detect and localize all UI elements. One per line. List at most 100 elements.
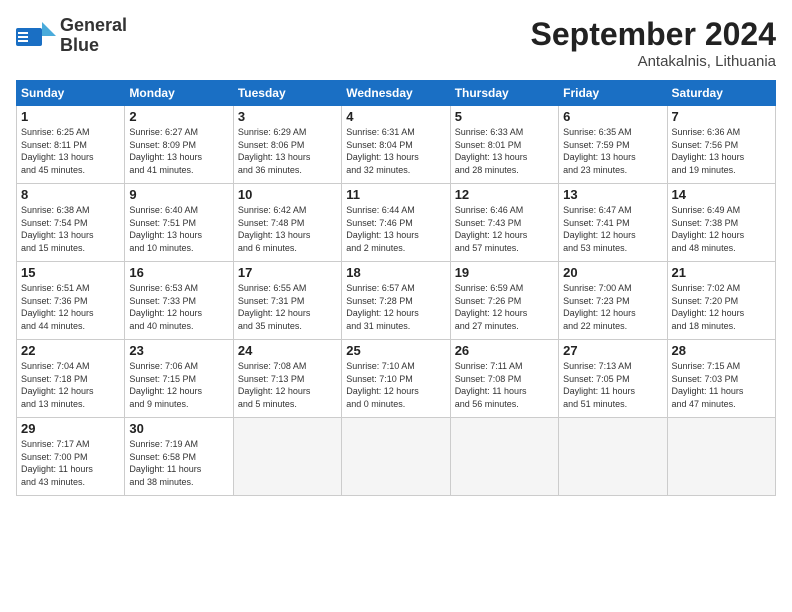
weekday-header-saturday: Saturday [667,81,775,106]
calendar-cell: 24 Sunrise: 7:08 AM Sunset: 7:13 PM Dayli… [233,340,341,418]
day-number: 20 [563,265,662,280]
day-info: Sunrise: 7:11 AM Sunset: 7:08 PM Dayligh… [455,360,554,410]
day-number: 28 [672,343,771,358]
day-number: 18 [346,265,445,280]
day-info: Sunrise: 7:08 AM Sunset: 7:13 PM Dayligh… [238,360,337,410]
calendar-cell: 8 Sunrise: 6:38 AM Sunset: 7:54 PM Daylig… [17,184,125,262]
day-info: Sunrise: 6:57 AM Sunset: 7:28 PM Dayligh… [346,282,445,332]
day-info: Sunrise: 7:19 AM Sunset: 6:58 PM Dayligh… [129,438,228,488]
day-info: Sunrise: 6:53 AM Sunset: 7:33 PM Dayligh… [129,282,228,332]
calendar-cell: 11Sunrise: 6:44 AM Sunset: 7:46 PM Dayli… [342,184,450,262]
calendar-table: SundayMondayTuesdayWednesdayThursdayFrid… [16,80,776,496]
day-info: Sunrise: 7:13 AM Sunset: 7:05 PM Dayligh… [563,360,662,410]
calendar-cell: 20 Sunrise: 7:00 AM Sunset: 7:23 PM Dayli… [559,262,667,340]
day-info: Sunrise: 7:04 AM Sunset: 7:18 PM Dayligh… [21,360,120,410]
calendar-cell: 28 Sunrise: 7:15 AM Sunset: 7:03 PM Dayli… [667,340,775,418]
weekday-header-wednesday: Wednesday [342,81,450,106]
logo: General Blue [16,16,127,56]
week-row-5: 29 Sunrise: 7:17 AM Sunset: 7:00 PM Dayli… [17,418,776,496]
day-info: Sunrise: 7:17 AM Sunset: 7:00 PM Dayligh… [21,438,120,488]
calendar-cell: 6 Sunrise: 6:35 AM Sunset: 7:59 PM Daylig… [559,106,667,184]
day-number: 3 [238,109,337,124]
day-number: 13 [563,187,662,202]
day-number: 10 [238,187,337,202]
day-number: 24 [238,343,337,358]
calendar-cell: 15Sunrise: 6:51 AM Sunset: 7:36 PM Dayli… [17,262,125,340]
calendar-cell: 7 Sunrise: 6:36 AM Sunset: 7:56 PM Daylig… [667,106,775,184]
day-number: 21 [672,265,771,280]
calendar-cell [667,418,775,496]
calendar-cell [559,418,667,496]
day-info: Sunrise: 6:40 AM Sunset: 7:51 PM Dayligh… [129,204,228,254]
day-info: Sunrise: 6:33 AM Sunset: 8:01 PM Dayligh… [455,126,554,176]
day-info: Sunrise: 6:25 AM Sunset: 8:11 PM Dayligh… [21,126,120,176]
day-number: 23 [129,343,228,358]
day-info: Sunrise: 7:02 AM Sunset: 7:20 PM Dayligh… [672,282,771,332]
day-info: Sunrise: 6:46 AM Sunset: 7:43 PM Dayligh… [455,204,554,254]
day-info: Sunrise: 7:00 AM Sunset: 7:23 PM Dayligh… [563,282,662,332]
calendar-cell: 12 Sunrise: 6:46 AM Sunset: 7:43 PM Dayli… [450,184,558,262]
day-number: 12 [455,187,554,202]
day-info: Sunrise: 6:42 AM Sunset: 7:48 PM Dayligh… [238,204,337,254]
calendar-cell: 29 Sunrise: 7:17 AM Sunset: 7:00 PM Dayli… [17,418,125,496]
day-number: 29 [21,421,120,436]
calendar-cell: 30Sunrise: 7:19 AM Sunset: 6:58 PM Dayli… [125,418,233,496]
day-info: Sunrise: 6:55 AM Sunset: 7:31 PM Dayligh… [238,282,337,332]
calendar-cell: 21 Sunrise: 7:02 AM Sunset: 7:20 PM Dayli… [667,262,775,340]
day-info: Sunrise: 6:29 AM Sunset: 8:06 PM Dayligh… [238,126,337,176]
day-info: Sunrise: 7:10 AM Sunset: 7:10 PM Dayligh… [346,360,445,410]
calendar-cell [450,418,558,496]
header: General Blue September 2024 Antakalnis, … [16,16,776,70]
logo-line1: General [60,15,127,35]
calendar-cell: 13 Sunrise: 6:47 AM Sunset: 7:41 PM Dayli… [559,184,667,262]
calendar-page: General Blue September 2024 Antakalnis, … [0,0,792,612]
day-number: 19 [455,265,554,280]
day-info: Sunrise: 6:44 AM Sunset: 7:46 PM Dayligh… [346,204,445,254]
calendar-cell: 16 Sunrise: 6:53 AM Sunset: 7:33 PM Dayli… [125,262,233,340]
day-info: Sunrise: 6:35 AM Sunset: 7:59 PM Dayligh… [563,126,662,176]
day-info: Sunrise: 6:47 AM Sunset: 7:41 PM Dayligh… [563,204,662,254]
day-info: Sunrise: 7:15 AM Sunset: 7:03 PM Dayligh… [672,360,771,410]
calendar-cell: 1 Sunrise: 6:25 AM Sunset: 8:11 PM Daylig… [17,106,125,184]
weekday-header-tuesday: Tuesday [233,81,341,106]
day-info: Sunrise: 6:38 AM Sunset: 7:54 PM Dayligh… [21,204,120,254]
day-info: Sunrise: 7:06 AM Sunset: 7:15 PM Dayligh… [129,360,228,410]
day-info: Sunrise: 6:49 AM Sunset: 7:38 PM Dayligh… [672,204,771,254]
title-block: September 2024 Antakalnis, Lithuania [531,16,776,70]
day-number: 9 [129,187,228,202]
calendar-cell: 14 Sunrise: 6:49 AM Sunset: 7:38 PM Dayli… [667,184,775,262]
day-number: 8 [21,187,120,202]
calendar-cell: 19Sunrise: 6:59 AM Sunset: 7:26 PM Dayli… [450,262,558,340]
day-number: 1 [21,109,120,124]
weekday-header-friday: Friday [559,81,667,106]
week-row-1: 1 Sunrise: 6:25 AM Sunset: 8:11 PM Daylig… [17,106,776,184]
calendar-cell: 22 Sunrise: 7:04 AM Sunset: 7:18 PM Dayli… [17,340,125,418]
week-row-4: 22 Sunrise: 7:04 AM Sunset: 7:18 PM Dayli… [17,340,776,418]
calendar-cell: 4 Sunrise: 6:31 AM Sunset: 8:04 PM Daylig… [342,106,450,184]
calendar-cell [233,418,341,496]
day-number: 6 [563,109,662,124]
month-title: September 2024 [531,16,776,53]
day-number: 26 [455,343,554,358]
day-number: 22 [21,343,120,358]
weekday-header-monday: Monday [125,81,233,106]
calendar-cell: 25 Sunrise: 7:10 AM Sunset: 7:10 PM Dayli… [342,340,450,418]
calendar-cell: 18 Sunrise: 6:57 AM Sunset: 7:28 PM Dayli… [342,262,450,340]
day-number: 7 [672,109,771,124]
day-number: 5 [455,109,554,124]
logo-text: General Blue [60,16,127,56]
calendar-cell: 2Sunrise: 6:27 AM Sunset: 8:09 PM Daylig… [125,106,233,184]
day-number: 16 [129,265,228,280]
day-number: 27 [563,343,662,358]
day-number: 4 [346,109,445,124]
weekday-header-thursday: Thursday [450,81,558,106]
day-info: Sunrise: 6:31 AM Sunset: 8:04 PM Dayligh… [346,126,445,176]
location: Antakalnis, Lithuania [531,53,776,70]
day-number: 14 [672,187,771,202]
calendar-cell: 5 Sunrise: 6:33 AM Sunset: 8:01 PM Daylig… [450,106,558,184]
logo-line2: Blue [60,35,99,55]
day-number: 25 [346,343,445,358]
calendar-cell: 23 Sunrise: 7:06 AM Sunset: 7:15 PM Dayli… [125,340,233,418]
calendar-cell: 27 Sunrise: 7:13 AM Sunset: 7:05 PM Dayli… [559,340,667,418]
day-info: Sunrise: 6:36 AM Sunset: 7:56 PM Dayligh… [672,126,771,176]
